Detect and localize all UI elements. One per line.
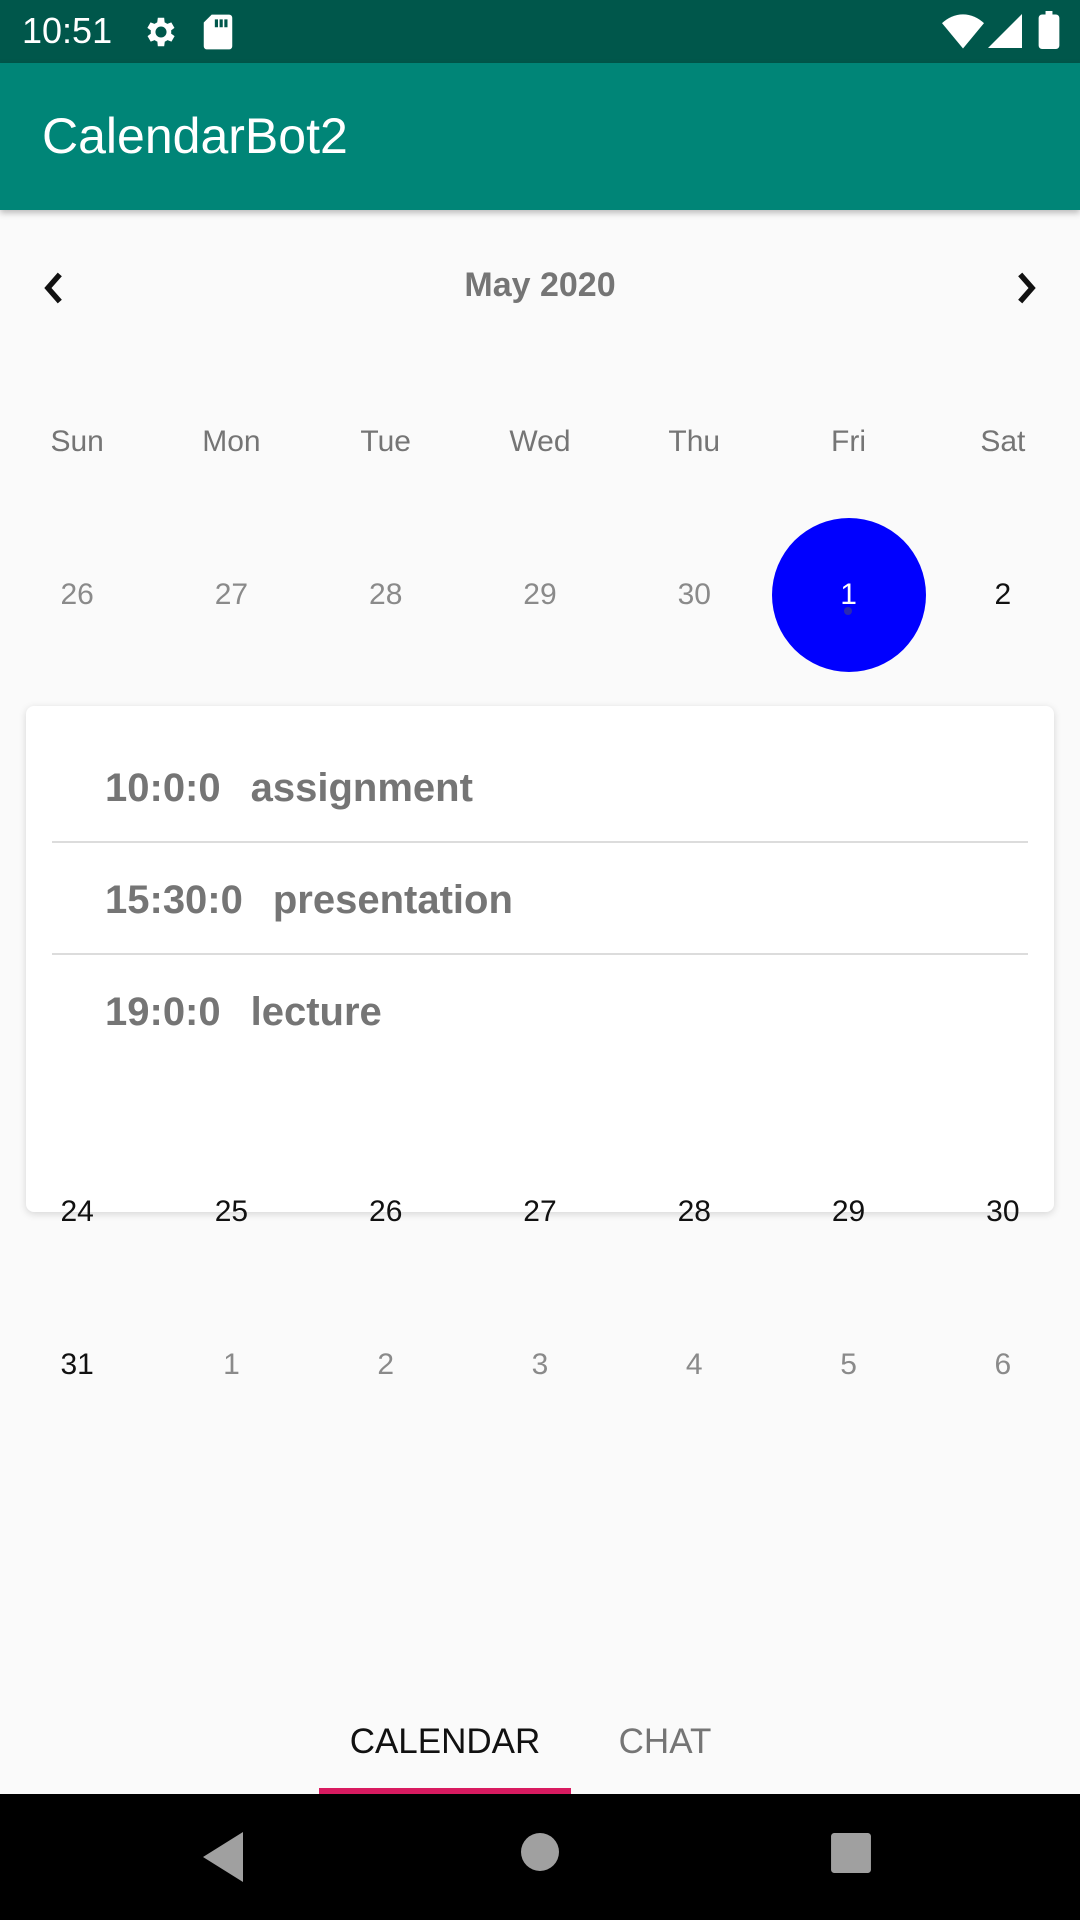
battery-icon — [1038, 11, 1060, 54]
day-number: 6 — [994, 1348, 1012, 1381]
weekday-label: Wed — [509, 425, 571, 458]
home-icon[interactable] — [520, 1832, 560, 1877]
day-number: 27 — [214, 578, 249, 611]
calendar-day[interactable]: 6 — [926, 1315, 1080, 1415]
calendar-day[interactable]: 29 — [463, 545, 617, 645]
calendar-day[interactable]: 4 — [617, 1315, 771, 1415]
wifi-icon — [942, 13, 984, 54]
event-item[interactable]: 19:0:0 lecture — [52, 957, 1028, 1067]
calendar-day[interactable]: 28 — [309, 545, 463, 645]
day-number: 25 — [214, 1195, 249, 1228]
weekday-label: Tue — [360, 425, 411, 458]
event-title: lecture — [250, 989, 382, 1034]
tab-chat-label: CHAT — [618, 1722, 712, 1761]
day-number: 29 — [523, 578, 557, 611]
calendar-day[interactable]: 5 — [771, 1315, 925, 1415]
event-time: 10:0:0 — [105, 765, 221, 810]
calendar-day[interactable]: 27 — [154, 545, 308, 645]
event-title: presentation — [272, 877, 513, 922]
calendar-day[interactable]: 26 — [0, 545, 154, 645]
day-number: 2 — [377, 1348, 395, 1381]
app-bar: CalendarBot2 — [0, 63, 1080, 210]
day-number: 5 — [840, 1348, 857, 1381]
day-number: 28 — [677, 1195, 711, 1228]
day-number: 30 — [986, 1195, 1020, 1228]
event-time: 15:30:0 — [105, 877, 243, 922]
events-popup-card: 10:0:0 assignment 15:30:0 presentation 1… — [26, 706, 1054, 1212]
weekday-label: Mon — [202, 425, 261, 458]
event-item[interactable]: 10:0:0 assignment — [52, 733, 1028, 843]
weekday-label: Fri — [831, 425, 867, 458]
calendar-day[interactable]: 2 — [926, 545, 1080, 645]
day-number: 24 — [60, 1195, 94, 1228]
weekday-header: Sun Mon Tue Wed Thu Fri Sat — [0, 392, 1080, 492]
divider — [52, 841, 1028, 843]
day-number: 31 — [60, 1348, 94, 1381]
day-number: 26 — [369, 1195, 403, 1228]
bottom-tabs: CALENDAR CHAT — [0, 1690, 1080, 1794]
day-number: 27 — [523, 1195, 557, 1228]
day-number: 2 — [994, 578, 1012, 611]
back-icon[interactable] — [203, 1832, 247, 1887]
tab-calendar[interactable]: CALENDAR — [319, 1690, 571, 1794]
day-number: 28 — [369, 578, 403, 611]
status-bar: 10:51 — [0, 0, 1080, 63]
month-title: May 2020 — [464, 266, 616, 304]
calendar-week-6: 31 1 2 3 4 5 6 — [0, 1315, 1080, 1415]
day-number: 4 — [685, 1348, 703, 1381]
day-number: 1 — [223, 1348, 240, 1381]
calendar-day[interactable]: 1 — [154, 1315, 308, 1415]
app-title: CalendarBot2 — [42, 108, 348, 164]
weekday-label: Sun — [50, 425, 104, 458]
event-item[interactable]: 15:30:0 presentation — [52, 845, 1028, 955]
day-number: 26 — [60, 578, 94, 611]
recents-icon[interactable] — [830, 1832, 872, 1879]
next-month-button[interactable] — [992, 258, 1062, 318]
day-number: 29 — [831, 1195, 866, 1228]
tab-chat[interactable]: CHAT — [590, 1690, 740, 1794]
calendar-day[interactable]: 31 — [0, 1315, 154, 1415]
divider — [52, 953, 1028, 955]
sd-card-icon — [202, 13, 234, 56]
tab-calendar-label: CALENDAR — [349, 1722, 541, 1761]
weekday-label: Sat — [980, 425, 1026, 458]
status-time: 10:51 — [22, 10, 113, 51]
calendar-day[interactable]: 3 — [463, 1315, 617, 1415]
month-navigation: May 2020 — [0, 250, 1080, 325]
settings-gear-icon — [142, 13, 180, 56]
day-number: 3 — [531, 1348, 549, 1381]
cell-signal-icon — [988, 13, 1022, 54]
day-number: 30 — [677, 578, 711, 611]
calendar-day[interactable]: 2 — [309, 1315, 463, 1415]
event-time: 19:0:0 — [105, 989, 221, 1034]
weekday-label: Thu — [668, 425, 721, 458]
calendar-day-selected[interactable]: 1 — [771, 518, 926, 672]
chevron-right-icon — [1018, 272, 1036, 304]
calendar-week-1: 26 27 28 29 30 1 2 — [0, 518, 1080, 672]
event-title: assignment — [250, 765, 473, 810]
system-navigation-bar — [0, 1794, 1080, 1920]
calendar-day[interactable]: 30 — [617, 545, 771, 645]
